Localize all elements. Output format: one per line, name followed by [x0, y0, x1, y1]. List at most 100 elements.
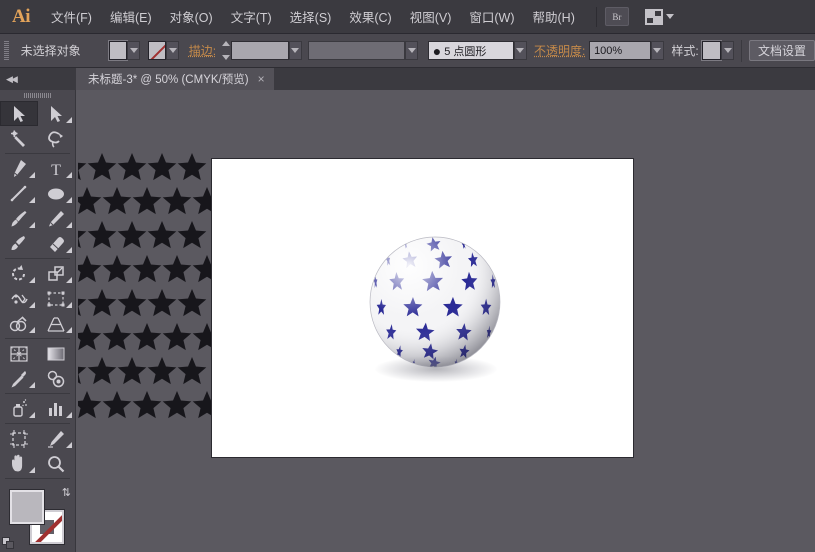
pattern-star — [163, 391, 192, 418]
pattern-star — [78, 289, 86, 316]
ellipse-tool[interactable] — [38, 181, 76, 206]
pattern-star — [133, 391, 162, 418]
tools-panel: T ⇅ — [0, 90, 76, 552]
stroke-weight-dropdown[interactable] — [289, 41, 302, 60]
pen-tool[interactable] — [0, 156, 38, 181]
pattern-star — [178, 289, 207, 316]
pattern-star — [78, 255, 101, 282]
shape-builder-tool[interactable] — [0, 311, 38, 336]
menu-edit[interactable]: 编辑(E) — [102, 3, 160, 30]
menu-select[interactable]: 选择(S) — [282, 3, 340, 30]
menu-object[interactable]: 对象(O) — [162, 3, 221, 30]
stroke-weight-input[interactable] — [231, 41, 289, 60]
stroke-weight-stepper[interactable] — [221, 41, 231, 60]
menu-type[interactable]: 文字(T) — [223, 3, 280, 30]
stroke-swatch-dropdown[interactable] — [166, 41, 179, 60]
selection-tool[interactable] — [0, 101, 38, 126]
brush-definition-dropdown[interactable] — [514, 41, 527, 60]
document-setup-button[interactable]: 文档设置 — [749, 40, 815, 61]
stroke-weight-label[interactable]: 描边: — [189, 42, 216, 59]
tools-panel-grip[interactable] — [0, 90, 75, 101]
document-tab[interactable]: 未标题-3* @ 50% (CMYK/预览) × — [76, 68, 275, 90]
pattern-star — [193, 255, 213, 282]
slice-tool[interactable] — [38, 426, 76, 451]
artboard[interactable] — [212, 159, 633, 457]
stepper-down-icon[interactable] — [222, 55, 230, 60]
pattern-star — [103, 323, 132, 350]
stroke-profile-dropdown[interactable] — [405, 41, 418, 60]
opacity-input[interactable]: 100% — [589, 41, 651, 60]
star-pattern-artwork[interactable] — [78, 152, 213, 427]
tools-divider — [5, 393, 70, 394]
magic-wand-tool[interactable] — [0, 126, 38, 151]
pattern-star — [88, 289, 117, 316]
graphic-style-dropdown[interactable] — [721, 41, 734, 60]
graphic-style-swatch[interactable] — [702, 41, 721, 60]
tools-divider — [5, 478, 70, 479]
swap-fill-stroke-icon[interactable]: ⇅ — [62, 486, 71, 499]
close-icon[interactable]: × — [258, 73, 265, 85]
free-transform-tool[interactable] — [38, 286, 76, 311]
menu-effect[interactable]: 效果(C) — [341, 3, 399, 30]
tool-flyout-indicator-icon — [29, 222, 35, 228]
tool-flyout-indicator-icon — [66, 302, 72, 308]
stroke-swatch[interactable] — [148, 41, 167, 60]
canvas-area[interactable] — [76, 90, 815, 552]
direct-selection-tool[interactable] — [38, 101, 76, 126]
tools-divider — [5, 258, 70, 259]
tools-divider — [5, 338, 70, 339]
fill-color-swatch[interactable] — [10, 490, 44, 524]
opacity-label[interactable]: 不透明度: — [534, 42, 585, 59]
paintbrush-tool[interactable] — [0, 206, 38, 231]
menu-file[interactable]: 文件(F) — [43, 3, 100, 30]
tool-flyout-indicator-icon — [66, 442, 72, 448]
pattern-star — [103, 187, 132, 214]
stroke-profile-input[interactable] — [308, 41, 406, 60]
blend-tool[interactable] — [38, 366, 76, 391]
tools-divider — [5, 423, 70, 424]
tools-divider — [5, 153, 70, 154]
menu-divider — [596, 7, 597, 27]
tool-flyout-indicator-icon — [29, 197, 35, 203]
menu-help[interactable]: 帮助(H) — [525, 3, 583, 30]
tool-flyout-indicator-icon — [66, 172, 72, 178]
star-sphere-artwork[interactable] — [357, 236, 517, 406]
document-tab-title: 未标题-3* @ 50% (CMYK/预览) — [88, 71, 249, 87]
hand-tool[interactable] — [0, 451, 38, 476]
scale-tool[interactable] — [38, 261, 76, 286]
brush-definition-value: 5 点圆形 — [444, 43, 486, 59]
lasso-tool[interactable] — [38, 126, 76, 151]
workspace-switcher-icon[interactable] — [645, 9, 674, 25]
eraser-tool[interactable] — [38, 231, 76, 256]
zoom-tool[interactable] — [38, 451, 76, 476]
blob-brush-tool[interactable] — [0, 231, 38, 256]
brush-bullet-icon: ● — [433, 44, 441, 58]
menu-window[interactable]: 窗口(W) — [461, 3, 522, 30]
eyedropper-tool[interactable] — [0, 366, 38, 391]
pattern-star — [118, 357, 147, 384]
svg-text:T: T — [51, 162, 61, 179]
rotate-tool[interactable] — [0, 261, 38, 286]
menu-view[interactable]: 视图(V) — [402, 3, 460, 30]
tool-flyout-indicator-icon — [66, 247, 72, 253]
pencil-tool[interactable] — [38, 206, 76, 231]
gradient-tool[interactable] — [38, 341, 76, 366]
default-fill-stroke-icon[interactable] — [2, 537, 15, 550]
type-tool[interactable]: T — [38, 156, 76, 181]
bridge-button[interactable]: Br — [605, 7, 629, 26]
opacity-dropdown[interactable] — [651, 41, 664, 60]
fill-swatch-dropdown[interactable] — [127, 41, 140, 60]
panel-collapse-button[interactable]: ◀◀ — [0, 68, 76, 90]
width-tool[interactable] — [0, 286, 38, 311]
line-segment-tool[interactable] — [0, 181, 38, 206]
stepper-up-icon[interactable] — [222, 41, 230, 46]
perspective-grid-tool[interactable] — [38, 311, 76, 336]
pattern-star — [163, 323, 192, 350]
column-graph-tool[interactable] — [38, 396, 76, 421]
pattern-star — [193, 323, 213, 350]
artboard-tool[interactable] — [0, 426, 38, 451]
mesh-tool[interactable] — [0, 341, 38, 366]
fill-swatch[interactable] — [109, 41, 128, 60]
control-bar-grip[interactable] — [4, 41, 9, 61]
symbol-sprayer-tool[interactable] — [0, 396, 38, 421]
